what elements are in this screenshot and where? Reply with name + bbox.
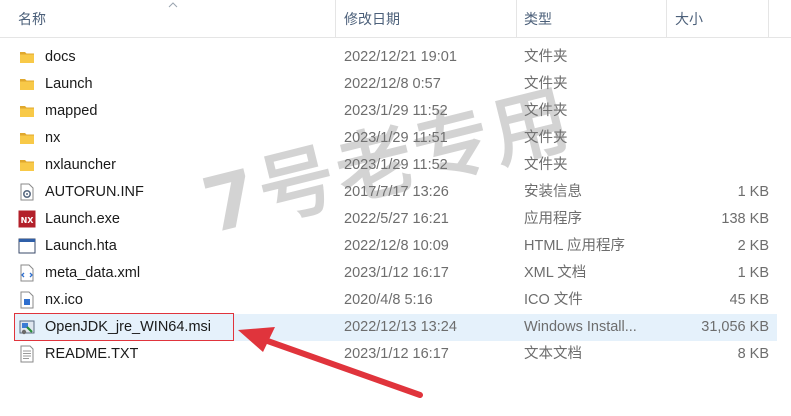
- file-size: 45 KB: [729, 292, 770, 308]
- file-row[interactable]: AUTORUN.INF 2017/7/17 13:26 安装信息 1 KB: [14, 179, 777, 206]
- folder-icon: [18, 102, 36, 120]
- file-modified-date: 2022/12/8 10:09: [344, 238, 449, 254]
- file-name: AUTORUN.INF: [45, 184, 144, 200]
- column-header-date[interactable]: 修改日期: [344, 0, 400, 37]
- xml-file-icon: [18, 264, 36, 282]
- column-separator[interactable]: [666, 0, 667, 37]
- file-name: nxlauncher: [45, 157, 116, 173]
- file-type: 安装信息: [524, 184, 582, 200]
- file-row[interactable]: docs 2022/12/21 19:01 文件夹: [14, 44, 777, 71]
- file-size: 8 KB: [737, 346, 769, 362]
- file-name: OpenJDK_jre_WIN64.msi: [45, 319, 211, 335]
- column-header-bar: 名称 修改日期 类型 大小: [0, 0, 791, 38]
- file-row[interactable]: nxlauncher 2023/1/29 11:52 文件夹: [14, 152, 777, 179]
- file-type: 文件夹: [524, 130, 568, 146]
- file-size: 1 KB: [737, 184, 769, 200]
- file-name: meta_data.xml: [45, 265, 141, 281]
- folder-icon: [18, 48, 36, 66]
- file-type: Windows Install...: [524, 319, 637, 335]
- file-name: nx: [45, 130, 61, 146]
- file-modified-date: 2022/12/21 19:01: [344, 49, 457, 65]
- file-modified-date: 2023/1/29 11:51: [344, 130, 448, 146]
- file-type: 应用程序: [524, 211, 582, 227]
- column-separator[interactable]: [516, 0, 517, 37]
- file-modified-date: 2023/1/29 11:52: [344, 103, 448, 119]
- file-row[interactable]: Launch 2022/12/8 0:57 文件夹: [14, 71, 777, 98]
- file-list: docs 2022/12/21 19:01 文件夹 Launch 2022/12/8 0…: [0, 44, 791, 368]
- file-modified-date: 2023/1/29 11:52: [344, 157, 448, 173]
- settings-file-icon: [18, 183, 36, 201]
- file-row[interactable]: meta_data.xml 2023/1/12 16:17 XML 文档 1 KB: [14, 260, 777, 287]
- file-modified-date: 2023/1/12 16:17: [344, 265, 449, 281]
- folder-icon: [18, 156, 36, 174]
- file-row[interactable]: Launch.hta 2022/12/8 10:09 HTML 应用程序 2 KB: [14, 233, 777, 260]
- image-file-icon: [18, 291, 36, 309]
- file-type: 文件夹: [524, 49, 568, 65]
- column-header-name[interactable]: 名称: [18, 0, 46, 37]
- file-modified-date: 2022/5/27 16:21: [344, 211, 449, 227]
- file-row[interactable]: NX Launch.exe 2022/5/27 16:21 应用程序 138 KB: [14, 206, 777, 233]
- file-modified-date: 2020/4/8 5:16: [344, 292, 433, 308]
- file-modified-date: 2017/7/17 13:26: [344, 184, 449, 200]
- file-row[interactable]: nx.ico 2020/4/8 5:16 ICO 文件 45 KB: [14, 287, 777, 314]
- column-header-size[interactable]: 大小: [675, 0, 703, 37]
- file-type: 文件夹: [524, 157, 568, 173]
- column-separator[interactable]: [768, 0, 769, 37]
- file-name: nx.ico: [45, 292, 83, 308]
- file-size: 1 KB: [737, 265, 769, 281]
- file-type: 文件夹: [524, 103, 568, 119]
- file-type: XML 文档: [524, 265, 587, 281]
- sort-ascending-icon: [168, 2, 178, 8]
- file-name: README.TXT: [45, 346, 139, 362]
- file-row[interactable]: README.TXT 2023/1/12 16:17 文本文档 8 KB: [14, 341, 777, 368]
- file-size: 31,056 KB: [701, 319, 769, 335]
- file-row[interactable]: nx 2023/1/29 11:51 文件夹: [14, 125, 777, 152]
- svg-text:NX: NX: [21, 216, 35, 225]
- folder-icon: [18, 129, 36, 147]
- msi-installer-icon: [18, 318, 36, 336]
- file-modified-date: 2022/12/13 13:24: [344, 319, 457, 335]
- file-modified-date: 2022/12/8 0:57: [344, 76, 441, 92]
- file-row[interactable]: OpenJDK_jre_WIN64.msi 2022/12/13 13:24 Win…: [14, 314, 777, 341]
- column-separator[interactable]: [335, 0, 336, 37]
- file-name: Launch.hta: [45, 238, 117, 254]
- column-header-type[interactable]: 类型: [524, 0, 552, 37]
- folder-icon: [18, 75, 36, 93]
- text-file-icon: [18, 345, 36, 363]
- file-name: Launch: [45, 76, 93, 92]
- file-name: Launch.exe: [45, 211, 120, 227]
- file-name: mapped: [45, 103, 98, 119]
- file-name: docs: [45, 49, 76, 65]
- file-size: 2 KB: [737, 238, 769, 254]
- file-size: 138 KB: [721, 211, 769, 227]
- file-row[interactable]: mapped 2023/1/29 11:52 文件夹: [14, 98, 777, 125]
- file-type: 文本文档: [524, 346, 582, 362]
- file-type: 文件夹: [524, 76, 568, 92]
- nx-app-icon: NX: [18, 210, 36, 228]
- file-type: HTML 应用程序: [524, 238, 625, 254]
- hta-file-icon: [18, 237, 36, 255]
- file-type: ICO 文件: [524, 292, 583, 308]
- file-modified-date: 2023/1/12 16:17: [344, 346, 449, 362]
